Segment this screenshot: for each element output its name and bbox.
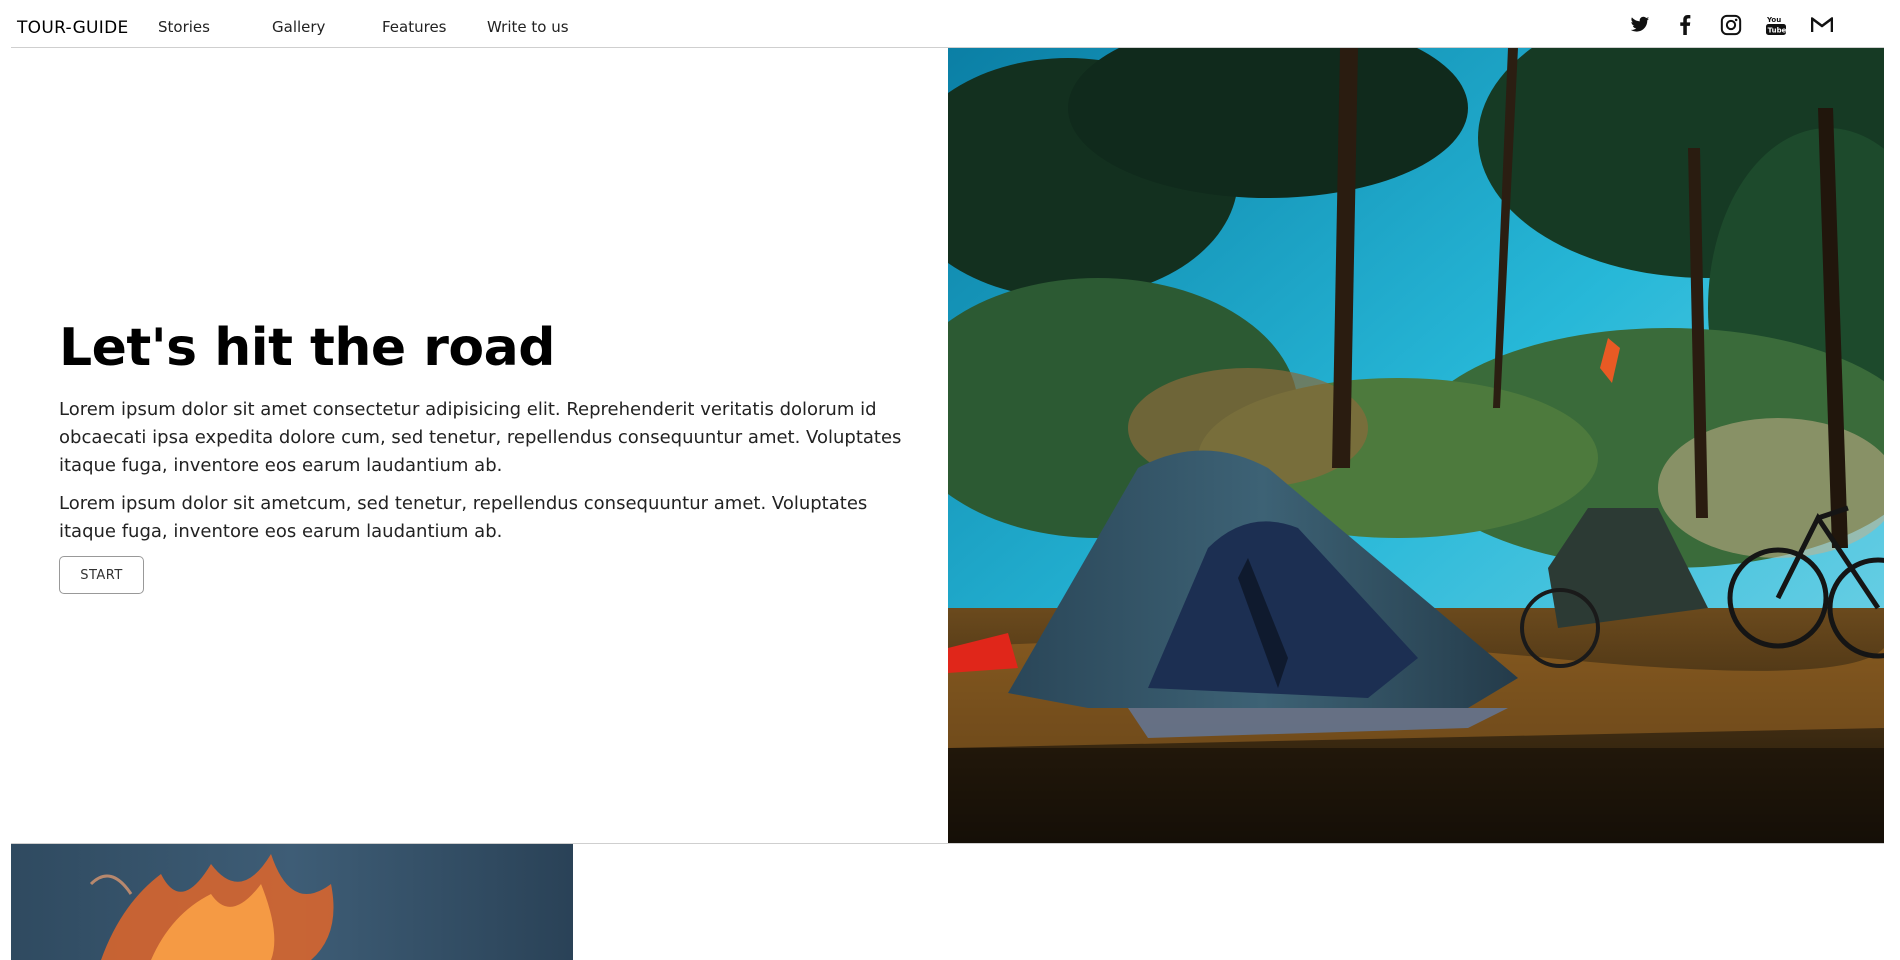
nav-features[interactable]: Features (382, 18, 447, 36)
youtube-icon[interactable]: You Tube (1764, 13, 1788, 37)
gmail-icon[interactable] (1810, 13, 1834, 37)
start-button[interactable]: START (59, 556, 144, 594)
nav-stories[interactable]: Stories (158, 18, 210, 36)
camping-tent-photo (948, 48, 1884, 843)
instagram-icon[interactable] (1719, 13, 1743, 37)
svg-text:Tube: Tube (1768, 27, 1786, 35)
brand-logo[interactable]: TOUR-GUIDE (17, 18, 129, 38)
campfire-photo (11, 844, 573, 960)
hero-paragraph-2: Lorem ipsum dolor sit ametcum, sed tenet… (59, 493, 868, 542)
hero-paragraph-1: Lorem ipsum dolor sit amet consectetur a… (59, 399, 902, 476)
facebook-icon[interactable] (1673, 13, 1697, 37)
nav-write-to-us[interactable]: Write to us (487, 18, 569, 36)
twitter-icon[interactable] (1628, 13, 1652, 37)
svg-text:You: You (1766, 16, 1781, 24)
nav-gallery[interactable]: Gallery (272, 18, 325, 36)
hero-title: Let's hit the road (59, 318, 555, 378)
top-navbar: TOUR-GUIDE Stories Gallery Features Writ… (11, 0, 1884, 48)
hero-section: Let's hit the road Lorem ipsum dolor sit… (11, 48, 948, 843)
